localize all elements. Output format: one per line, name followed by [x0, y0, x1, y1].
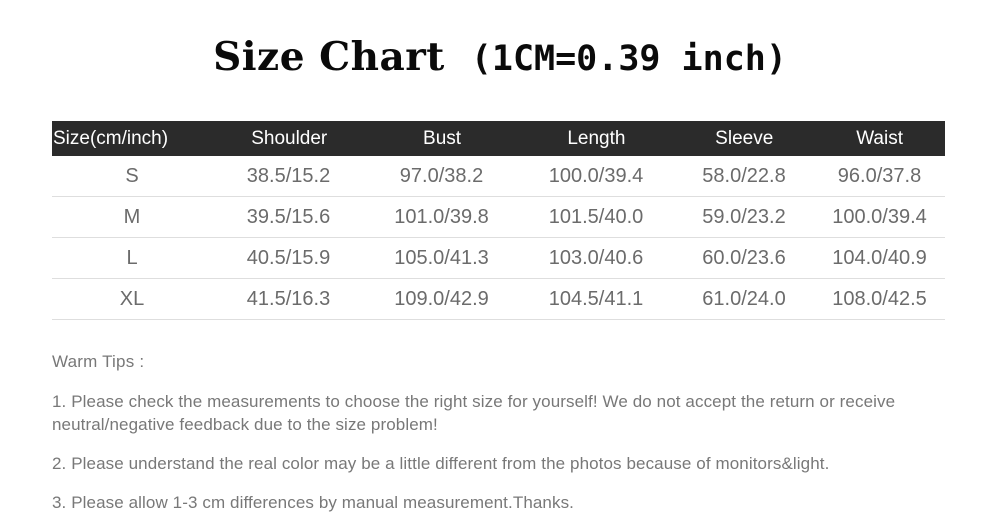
column-header-shoulder: Shoulder	[251, 128, 328, 149]
cell-size: S	[125, 165, 139, 187]
cell-sleeve: 61.0/24.0	[702, 288, 786, 310]
table-row: L 40.5/15.9 105.0/41.3 103.0/40.6 60.0/2…	[52, 238, 945, 279]
cell-length: 100.0/39.4	[548, 165, 644, 187]
warm-tips-heading: Warm Tips :	[52, 352, 145, 371]
cell-bust: 101.0/39.8	[394, 206, 489, 228]
table-row: XL 41.5/16.3 109.0/42.9 104.5/41.1 61.0/…	[52, 279, 945, 320]
table-row: S 38.5/15.2 97.0/38.2 100.0/39.4 58.0/22…	[52, 156, 945, 197]
cell-bust: 97.0/38.2	[399, 165, 484, 187]
size-chart-page: Size Chart (1CM=0.39 inch) Size(cm/inch) …	[0, 0, 1000, 520]
table-header-row: Size(cm/inch) Shoulder Bust Length Sleev…	[52, 121, 945, 156]
column-header-bust: Bust	[423, 128, 462, 149]
cell-length: 101.5/40.0	[548, 206, 644, 228]
cell-shoulder: 39.5/15.6	[246, 206, 331, 228]
cell-length: 104.5/41.1	[548, 288, 644, 310]
warm-tips-section: Warm Tips : 1. Please check the measurem…	[52, 352, 952, 514]
page-title-conversion: (1CM=0.39 inch)	[470, 39, 787, 79]
cell-sleeve: 60.0/23.6	[702, 247, 786, 269]
cell-bust: 109.0/42.9	[394, 288, 489, 310]
column-header-waist: Waist	[856, 128, 903, 149]
column-header-length: Length	[567, 128, 626, 149]
cell-size: L	[126, 247, 138, 269]
table-row: M 39.5/15.6 101.0/39.8 101.5/40.0 59.0/2…	[52, 197, 945, 238]
cell-size: M	[123, 206, 141, 228]
cell-bust: 105.0/41.3	[394, 247, 489, 269]
cell-waist: 104.0/40.9	[832, 247, 927, 269]
cell-sleeve: 59.0/23.2	[702, 206, 786, 228]
column-header-size: Size(cm/inch)	[53, 128, 169, 149]
page-title: Size Chart (1CM=0.39 inch)	[0, 34, 1000, 80]
cell-shoulder: 40.5/15.9	[246, 247, 331, 269]
warm-tip-item: 3. Please allow 1-3 cm differences by ma…	[52, 493, 575, 512]
size-chart-table: Size(cm/inch) Shoulder Bust Length Sleev…	[52, 121, 945, 320]
warm-tip-item: 2. Please understand the real color may …	[52, 454, 830, 473]
cell-sleeve: 58.0/22.8	[702, 165, 786, 187]
cell-shoulder: 41.5/16.3	[246, 288, 331, 310]
cell-size: XL	[119, 288, 145, 310]
column-header-sleeve: Sleeve	[715, 128, 774, 149]
cell-shoulder: 38.5/15.2	[246, 165, 331, 187]
cell-waist: 96.0/37.8	[837, 165, 922, 187]
cell-waist: 108.0/42.5	[832, 288, 927, 310]
warm-tip-item: 1. Please check the measurements to choo…	[52, 392, 896, 434]
cell-length: 103.0/40.6	[548, 247, 644, 269]
page-title-main: Size Chart	[213, 34, 445, 80]
cell-waist: 100.0/39.4	[832, 206, 927, 228]
